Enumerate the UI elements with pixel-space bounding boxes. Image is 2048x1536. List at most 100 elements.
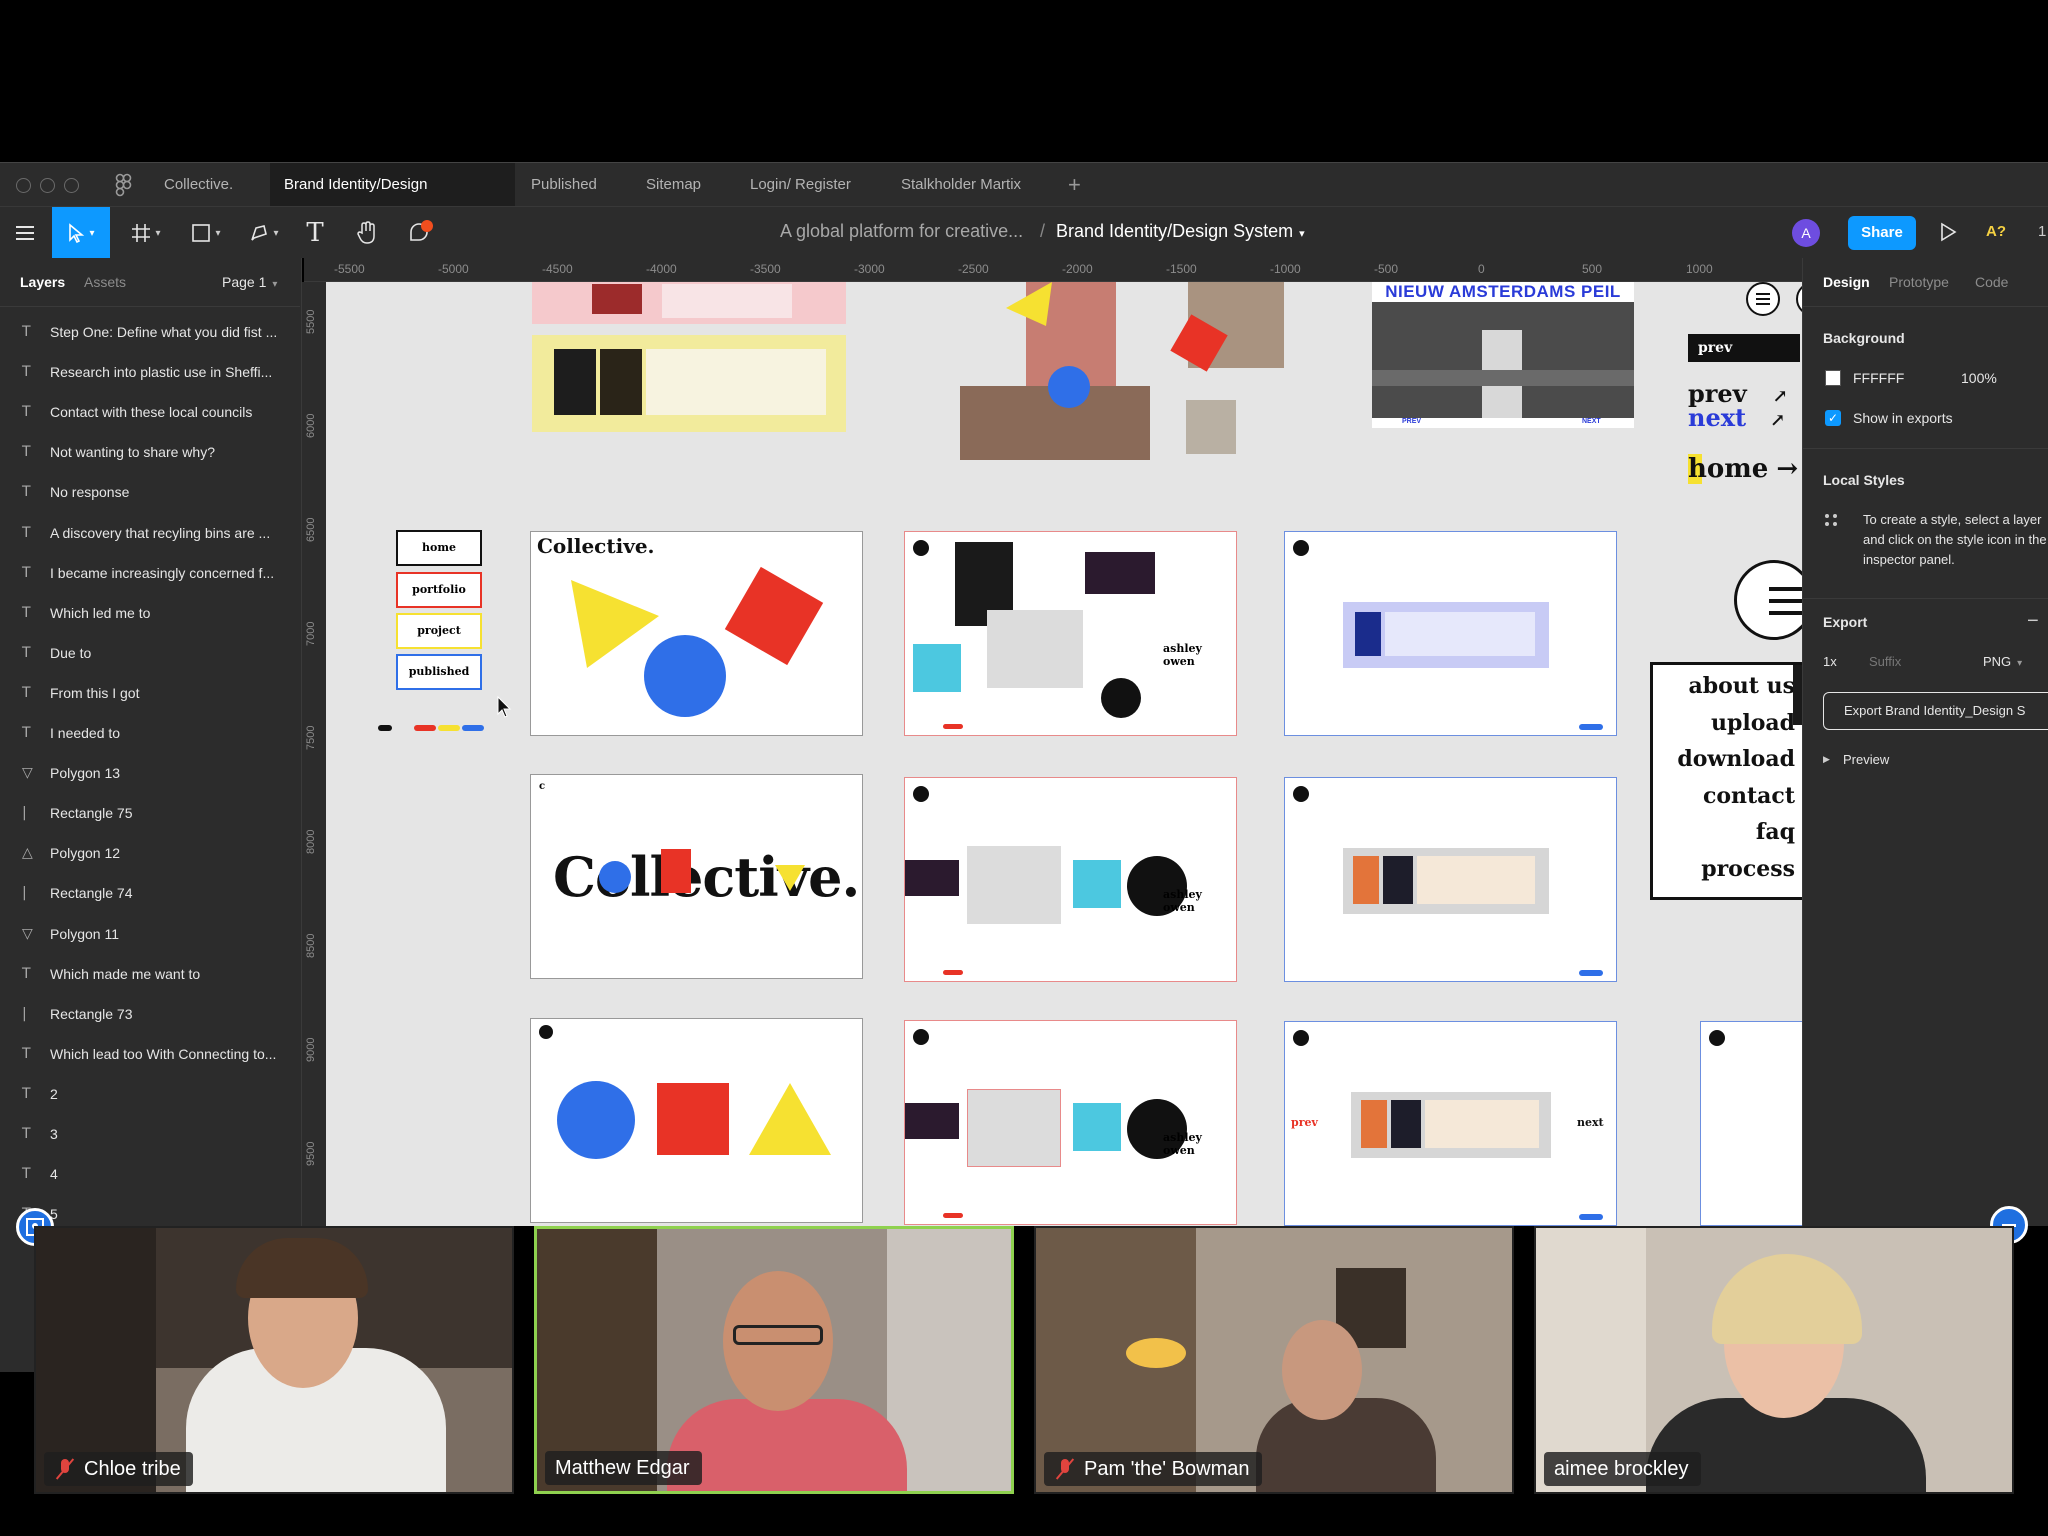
layer-row[interactable]: T Due to: [0, 633, 300, 673]
layer-row[interactable]: | Rectangle 73: [0, 994, 300, 1034]
zoom-window-button[interactable]: [64, 178, 79, 193]
menu-item[interactable]: upload: [1711, 710, 1795, 736]
main-menu-icon[interactable]: [10, 207, 40, 259]
nav-home-button[interactable]: home: [396, 530, 482, 566]
prev-black-button[interactable]: prev: [1688, 334, 1800, 362]
layer-row[interactable]: △ Polygon 12: [0, 833, 300, 873]
next-small-link[interactable]: next: [1577, 1116, 1604, 1129]
export-suffix-input[interactable]: Suffix: [1869, 654, 1957, 669]
toolbar-overflow[interactable]: 1: [2038, 223, 2046, 240]
next-big-link[interactable]: next ↗: [1688, 406, 1785, 433]
menu-circle-icon[interactable]: [1746, 282, 1780, 316]
tab-brand-identity[interactable]: Brand Identity/Design System✕: [270, 163, 515, 237]
minimize-window-button[interactable]: [40, 178, 55, 193]
tab-layers[interactable]: Layers: [20, 274, 65, 290]
layer-row[interactable]: T Which lead too With Connecting to...: [0, 1034, 300, 1074]
menu-big-circle-icon[interactable]: [1734, 560, 1802, 640]
share-button[interactable]: Share: [1848, 216, 1916, 250]
pen-tool-icon[interactable]: ▾: [242, 207, 286, 259]
zoom-level[interactable]: A?: [1986, 223, 2006, 240]
preview-toggle[interactable]: Preview: [1843, 752, 1889, 767]
layer-row[interactable]: | Rectangle 74: [0, 873, 300, 913]
collage-food-photo[interactable]: [1186, 400, 1236, 454]
menu-item[interactable]: download: [1677, 746, 1795, 772]
layer-row[interactable]: T Research into plastic use in Sheffi...: [0, 352, 300, 392]
tab-stakeholder-matrix[interactable]: Stalkholder Martix: [887, 163, 1035, 207]
collage-blue-circle[interactable]: [1048, 366, 1090, 408]
video-tile-matthew[interactable]: Matthew Edgar: [534, 1226, 1014, 1494]
menu-item[interactable]: faq: [1756, 819, 1795, 845]
show-in-exports-checkbox[interactable]: ✓: [1825, 410, 1841, 426]
page-selector[interactable]: Page 1 ▾: [222, 274, 277, 290]
text-tool-icon[interactable]: T: [300, 207, 330, 259]
frame-ashley-portfolio-1[interactable]: ashley owen: [904, 531, 1237, 736]
layer-row[interactable]: ▽ Polygon 13: [0, 753, 300, 793]
background-opacity-input[interactable]: 100%: [1961, 370, 1997, 386]
layer-row[interactable]: T Step One: Define what you did fist ...: [0, 312, 300, 352]
collage-yellow-triangle[interactable]: [1006, 282, 1056, 328]
hand-tool-icon[interactable]: [350, 207, 384, 259]
layer-row[interactable]: T Which made me want to: [0, 954, 300, 994]
rectangle-tool-icon[interactable]: ▾: [184, 207, 228, 259]
export-button[interactable]: Export Brand Identity_Design S: [1823, 692, 2048, 730]
export-scale-select[interactable]: 1x: [1823, 654, 1837, 669]
layer-row[interactable]: T A discovery that recyling bins are ...: [0, 513, 300, 553]
prev-small-link[interactable]: prev: [1291, 1116, 1318, 1129]
export-format-select[interactable]: PNG ▾: [1983, 654, 2022, 669]
present-play-icon[interactable]: [1938, 221, 1958, 248]
yellow-brochure-image[interactable]: [532, 335, 846, 432]
tab-assets[interactable]: Assets: [84, 274, 126, 290]
background-hex-input[interactable]: FFFFFF: [1853, 370, 1904, 386]
layer-row[interactable]: | Rectangle 75: [0, 793, 300, 833]
frame-brochure-nav[interactable]: prev next: [1284, 1021, 1617, 1226]
remove-export-icon[interactable]: −: [2027, 610, 2039, 633]
layer-row[interactable]: T No response: [0, 472, 300, 512]
frame-primary-shapes[interactable]: [530, 1018, 863, 1223]
layer-row[interactable]: T Contact with these local councils: [0, 392, 300, 432]
layer-row[interactable]: T2: [0, 1074, 300, 1114]
menu-item[interactable]: process: [1701, 856, 1795, 882]
tab-code[interactable]: Code: [1975, 274, 2008, 290]
frame-brochure-orange[interactable]: [1284, 777, 1617, 982]
frame-partial-right[interactable]: [1700, 1021, 1802, 1226]
comment-tool-icon[interactable]: [402, 207, 438, 259]
figma-home-icon[interactable]: [112, 173, 134, 197]
tab-published[interactable]: Published: [517, 163, 611, 207]
design-canvas[interactable]: NIEUW AMSTERDAMS PEIL PREV NEXT prev pre…: [326, 282, 1802, 1226]
video-tile-pam[interactable]: Pam 'the' Bowman: [1034, 1226, 1514, 1494]
frame-tool-icon[interactable]: ▾: [124, 207, 168, 259]
file-name-dropdown[interactable]: Brand Identity/Design System ▾: [1056, 221, 1305, 242]
menu-scrollbar[interactable]: [1793, 665, 1802, 725]
nav-portfolio-button[interactable]: portfolio: [396, 572, 482, 608]
layer-row[interactable]: T I needed to: [0, 713, 300, 753]
chevron-right-icon[interactable]: ▶: [1823, 754, 1830, 765]
nav-published-button[interactable]: published: [396, 654, 482, 690]
menu-item[interactable]: about us: [1688, 673, 1795, 699]
layer-row[interactable]: T Which led me to: [0, 593, 300, 633]
layer-row[interactable]: T From this I got: [0, 673, 300, 713]
layer-row[interactable]: T I became increasingly concerned f...: [0, 553, 300, 593]
layer-row[interactable]: ▽ Polygon 11: [0, 914, 300, 954]
avatar[interactable]: A: [1792, 219, 1820, 247]
frame-collective-shapes[interactable]: Collective.: [530, 531, 863, 736]
menu-panel[interactable]: about us upload download contact faq process: [1650, 662, 1802, 900]
close-window-button[interactable]: [16, 178, 31, 193]
frame-ashley-portfolio-3[interactable]: ashley owen: [904, 1020, 1237, 1225]
tab-design[interactable]: Design: [1823, 274, 1870, 290]
layer-row[interactable]: T Not wanting to share why?: [0, 432, 300, 472]
home-big-link[interactable]: home →: [1688, 454, 1798, 484]
project-name[interactable]: A global platform for creative...: [780, 221, 1023, 242]
tab-sitemap[interactable]: Sitemap: [632, 163, 715, 207]
layer-row[interactable]: T4: [0, 1154, 300, 1194]
background-color-swatch[interactable]: [1825, 370, 1841, 386]
nav-project-button[interactable]: project: [396, 613, 482, 649]
frame-ashley-portfolio-2[interactable]: ashley owen: [904, 777, 1237, 982]
video-tile-chloe[interactable]: Chloe tribe: [34, 1226, 514, 1494]
new-tab-plus-icon[interactable]: +: [1054, 163, 1095, 207]
tab-login-register[interactable]: Login/ Register: [736, 163, 865, 207]
menu-item[interactable]: contact: [1703, 783, 1795, 809]
pink-brochure-image[interactable]: [532, 282, 846, 324]
frame-brochure-blue[interactable]: [1284, 531, 1617, 736]
nieuw-amsterdams-frame[interactable]: NIEUW AMSTERDAMS PEIL PREV NEXT: [1372, 282, 1634, 428]
move-tool-button[interactable]: ▾: [52, 207, 110, 259]
